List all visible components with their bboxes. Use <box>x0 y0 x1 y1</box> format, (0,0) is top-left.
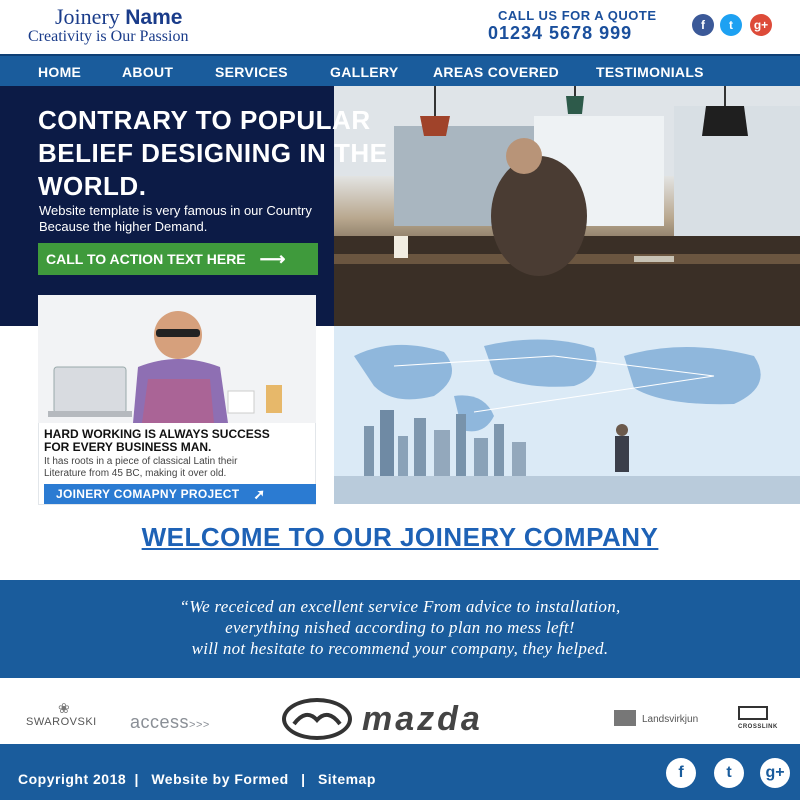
welcome-heading[interactable]: WELCOME TO OUR JOINERY COMPANY <box>0 522 800 553</box>
nav-services[interactable]: SERVICES <box>215 64 288 80</box>
arrow-right-icon: ⟶ <box>259 248 286 269</box>
site-header: Joinery Name Creativity is Our Passion C… <box>0 0 800 54</box>
call-to-action-button[interactable]: CALL TO ACTION TEXT HERE ⟶ <box>38 243 318 275</box>
hero-title: CONTRARY TO POPULAR BELIEF DESIGNING IN … <box>38 105 388 201</box>
quote-label: CALL US FOR A QUOTE <box>498 8 657 23</box>
footer-separator: | <box>301 771 306 787</box>
landsvirkjun-icon <box>614 710 636 726</box>
main-nav: HOME ABOUT SERVICES GALLERY AREAS COVERE… <box>0 54 800 86</box>
access-logo-suffix: >>> <box>189 719 210 731</box>
phone-number[interactable]: 01234 5678 999 <box>488 23 632 44</box>
footer-links: Copyright 2018 | Website by Formed | Sit… <box>18 771 376 787</box>
google-plus-icon[interactable]: g+ <box>750 14 772 36</box>
nav-gallery[interactable]: GALLERY <box>330 64 398 80</box>
world-map-illustration <box>334 326 800 504</box>
mazda-emblem-icon <box>282 698 352 740</box>
card-heading-line: FOR EVERY BUSINESS MAN. <box>44 440 212 454</box>
mazda-logo[interactable]: mazda <box>362 700 483 739</box>
nav-testimonials[interactable]: TESTIMONIALS <box>596 64 704 80</box>
testimonial-line: everything nished according to plan no m… <box>225 618 575 637</box>
hero-subtitle-line: Website template is very famous in our C… <box>39 203 312 218</box>
hero-subtitle: Website template is very famous in our C… <box>39 203 312 235</box>
access-logo-word: access <box>130 712 190 732</box>
twitter-icon[interactable]: t <box>720 14 742 36</box>
logo-bold-word: Name <box>125 6 183 29</box>
cafe-photo <box>334 86 800 326</box>
google-plus-icon[interactable]: g+ <box>760 758 790 788</box>
project-button[interactable]: JOINERY COMAPNY PROJECT ➚ <box>44 484 316 504</box>
landsvirkjun-logo[interactable]: Landsvirkjun <box>642 714 698 725</box>
sitemap-link[interactable]: Sitemap <box>318 771 376 787</box>
partner-logos: ❀ SWAROVSKI access>>> mazda Landsvirkjun… <box>0 678 800 744</box>
businessman-photo <box>38 295 316 423</box>
card-heading: HARD WORKING IS ALWAYS SUCCESS FOR EVERY… <box>44 428 314 454</box>
mazda-wings-icon <box>292 712 342 726</box>
access-logo[interactable]: access>>> <box>130 712 210 733</box>
facebook-icon[interactable]: f <box>692 14 714 36</box>
nav-about[interactable]: ABOUT <box>122 64 173 80</box>
crosslink-icon <box>738 706 768 720</box>
swan-icon: ❀ <box>58 700 70 716</box>
arrow-up-right-icon: ➚ <box>253 485 266 502</box>
crosslink-logo[interactable]: CROSSLINK <box>738 724 778 730</box>
testimonial-line: “We receiced an excellent service From a… <box>179 597 621 616</box>
logo-word: Joinery <box>55 4 120 29</box>
cta-label: CALL TO ACTION TEXT HERE <box>46 251 246 267</box>
world-map-city-photo <box>334 326 800 504</box>
project-button-label: JOINERY COMAPNY PROJECT <box>56 487 240 501</box>
nav-home[interactable]: HOME <box>38 64 81 80</box>
footer-separator: | <box>134 771 139 787</box>
card-text-line: It has roots in a piece of classical Lat… <box>44 456 238 467</box>
testimonial-line: will not hesitate to recommend your comp… <box>191 639 609 658</box>
swarovski-logo[interactable]: SWAROVSKI <box>26 716 97 728</box>
hero-subtitle-line: Because the higher Demand. <box>39 219 208 234</box>
card-text-line: Literature from 45 BC, making it over ol… <box>44 468 227 479</box>
testimonial-quote: “We receiced an excellent service From a… <box>20 596 780 659</box>
facebook-icon[interactable]: f <box>666 758 696 788</box>
card-text: It has roots in a piece of classical Lat… <box>44 456 314 480</box>
nav-areas-covered[interactable]: AREAS COVERED <box>433 64 559 80</box>
cafe-illustration <box>334 86 800 326</box>
site-logo[interactable]: Joinery Name <box>55 4 182 30</box>
site-tagline: Creativity is Our Passion <box>28 28 189 45</box>
credit-link[interactable]: Website by Formed <box>151 771 288 787</box>
twitter-icon[interactable]: t <box>714 758 744 788</box>
businessman-illustration <box>38 295 316 423</box>
copyright-text: Copyright 2018 <box>18 771 127 787</box>
